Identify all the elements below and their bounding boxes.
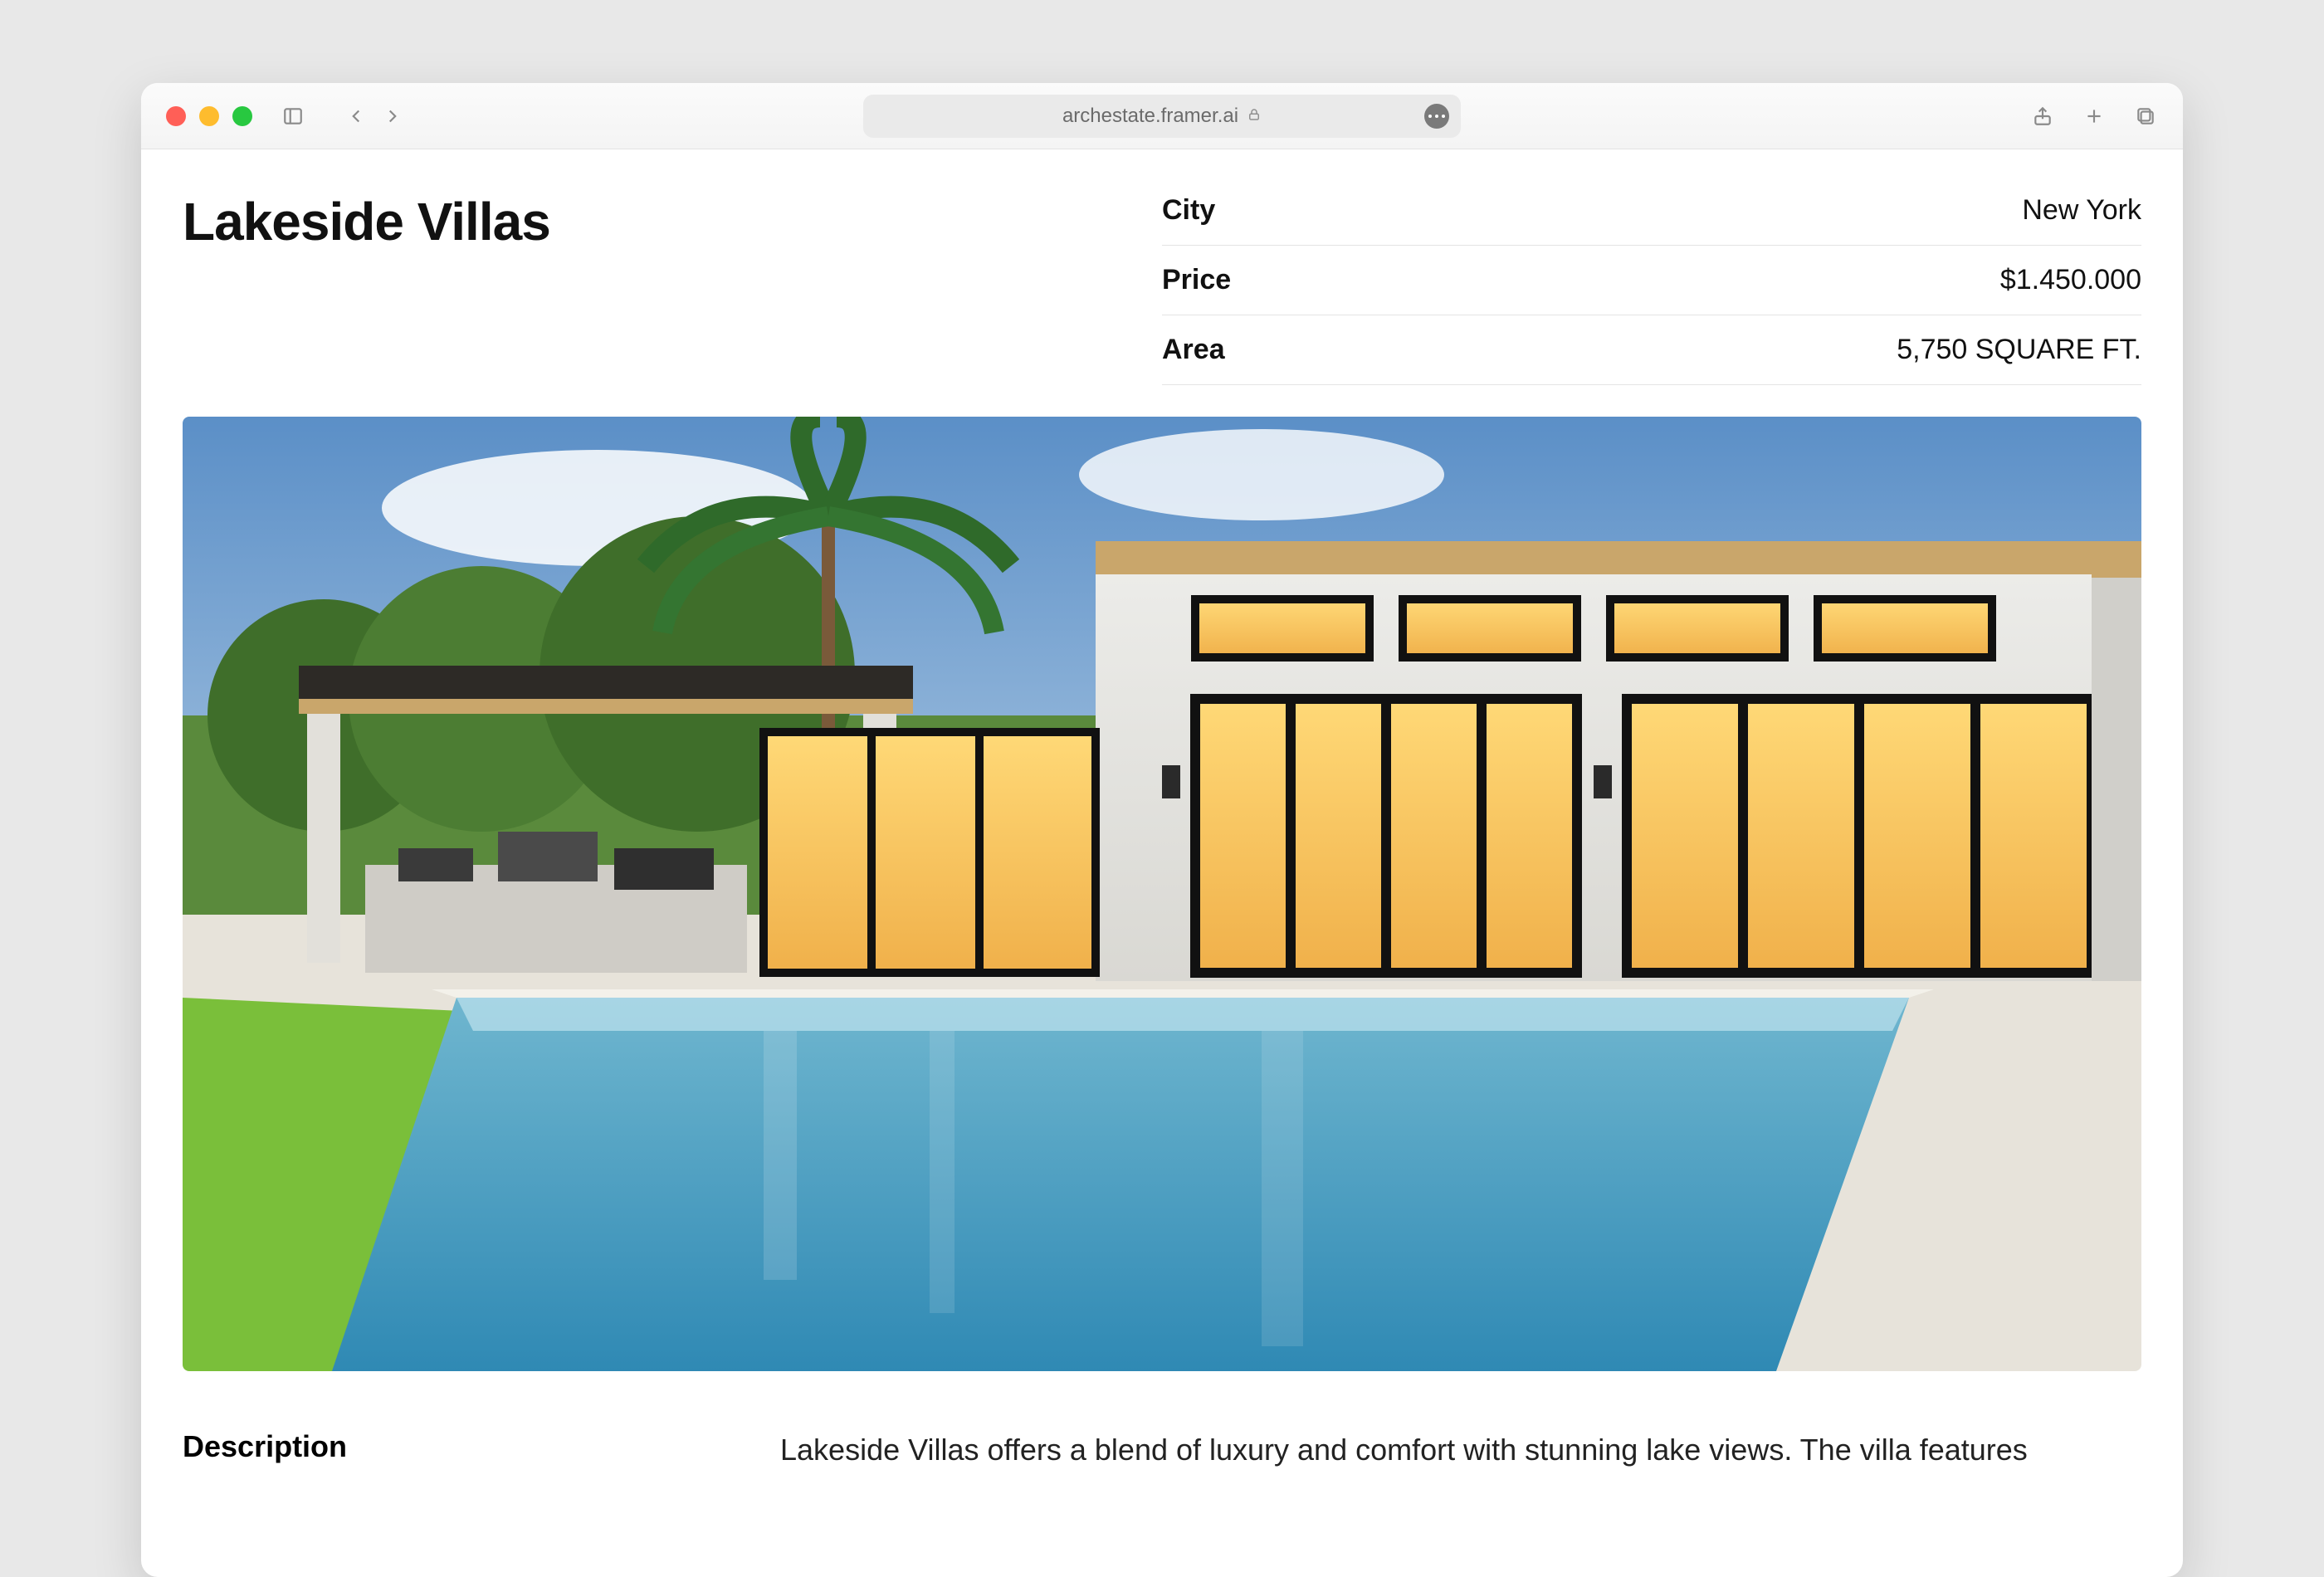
description-text: Lakeside Villas offers a blend of luxury…: [780, 1429, 2141, 1471]
spec-label: City: [1162, 194, 1215, 227]
spec-value: $1.450.000: [2000, 264, 2141, 296]
address-bar-url: archestate.framer.ai: [1062, 105, 1238, 128]
lock-icon: [1247, 105, 1262, 128]
spec-row-area: Area 5,750 SQUARE FT.: [1162, 315, 2141, 385]
page-title: Lakeside Villas: [183, 191, 550, 252]
spec-value: New York: [2022, 194, 2141, 227]
back-button[interactable]: [344, 104, 369, 129]
spec-table: City New York Price $1.450.000 Area 5,75…: [1162, 191, 2141, 385]
new-tab-icon[interactable]: [2082, 104, 2107, 129]
zoom-window-button[interactable]: [232, 106, 252, 126]
close-window-button[interactable]: [166, 106, 186, 126]
titlebar: archestate.framer.ai: [141, 83, 2183, 149]
page-content: Lakeside Villas City New York Price $1.4…: [141, 149, 2183, 1577]
window-controls: [166, 106, 252, 126]
description-heading: Description: [183, 1429, 714, 1471]
spec-label: Price: [1162, 264, 1231, 296]
forward-button[interactable]: [380, 104, 405, 129]
tabs-overview-icon[interactable]: [2133, 104, 2158, 129]
sidebar-toggle-icon[interactable]: [281, 104, 305, 129]
share-icon[interactable]: [2030, 104, 2055, 129]
reader-badge-icon[interactable]: [1424, 104, 1449, 129]
spec-row-city: City New York: [1162, 191, 2141, 246]
browser-window: archestate.framer.ai Lakeside Villas Ci: [141, 83, 2183, 1577]
spec-row-price: Price $1.450.000: [1162, 246, 2141, 315]
spec-value: 5,750 SQUARE FT.: [1897, 334, 2141, 366]
minimize-window-button[interactable]: [199, 106, 219, 126]
hero-image: [183, 417, 2141, 1371]
spec-label: Area: [1162, 334, 1225, 366]
address-bar[interactable]: archestate.framer.ai: [863, 95, 1461, 138]
